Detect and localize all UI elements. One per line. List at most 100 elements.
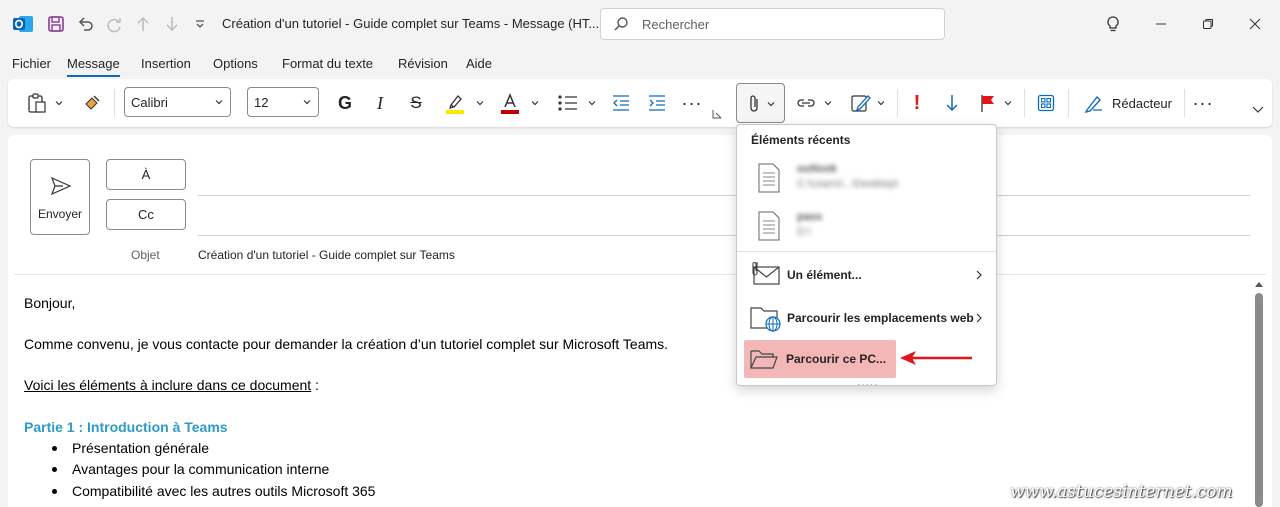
browse-web-label: Parcourir les emplacements web	[787, 311, 974, 325]
high-importance-button[interactable]: !	[904, 89, 930, 117]
follow-up-flag-button[interactable]	[974, 89, 1018, 117]
highlight-button[interactable]	[438, 89, 490, 117]
more-commands-button[interactable]: ···	[1190, 89, 1216, 117]
editor-pen-icon	[1084, 95, 1102, 113]
chevron-down-icon	[215, 100, 223, 105]
send-button[interactable]: Envoyer	[30, 159, 90, 235]
ribbon: Calibri 12 G I S ··· ! Rédacteur ···	[8, 79, 1272, 127]
arrow-down-icon[interactable]	[160, 12, 184, 36]
lightbulb-icon[interactable]	[1098, 10, 1128, 38]
link-icon	[797, 99, 815, 107]
chevron-down-icon	[767, 102, 775, 107]
more-icon: ···	[681, 92, 703, 113]
search-placeholder: Rechercher	[642, 17, 710, 32]
italic-button[interactable]: I	[367, 89, 393, 117]
underline-button[interactable]: S	[403, 89, 429, 117]
tab-insertion[interactable]: Insertion	[141, 56, 191, 71]
ribbon-separator	[897, 89, 898, 117]
list-item: Avantages pour la communication interne	[72, 461, 330, 477]
chevron-right-icon	[976, 313, 982, 323]
more-icon: ···	[1192, 92, 1214, 113]
tab-format-du-texte[interactable]: Format du texte	[282, 56, 373, 71]
subject-field[interactable]: Création d'un tutoriel - Guide complet s…	[198, 248, 455, 262]
menu-separator	[737, 251, 996, 252]
window-title: Création d'un tutoriel - Guide complet s…	[222, 16, 600, 31]
expand-ribbon-button[interactable]	[1248, 99, 1268, 119]
paperclip-icon	[750, 95, 758, 112]
signature-button[interactable]	[848, 89, 888, 117]
send-icon	[50, 176, 72, 196]
bold-button[interactable]: G	[332, 89, 358, 117]
browse-pc-item[interactable]: Parcourir ce PC...	[744, 340, 896, 378]
dialog-launcher-button[interactable]	[710, 107, 724, 121]
flag-icon	[981, 95, 994, 112]
font-name-select[interactable]: Calibri	[124, 87, 231, 117]
envelope-paperclip-icon	[752, 262, 780, 285]
compose-area: Envoyer À Cc Objet Création d'un tutorie…	[8, 135, 1272, 507]
recent-items-title: Éléments récents	[751, 133, 851, 147]
increase-indent-button[interactable]	[644, 89, 670, 117]
redo-icon[interactable]	[102, 12, 126, 36]
tab-fichier[interactable]: Fichier	[12, 56, 51, 71]
more-options-button[interactable]: ···	[679, 89, 705, 117]
tab-message[interactable]: Message	[67, 56, 120, 77]
attach-file-button[interactable]	[736, 83, 785, 123]
redacteur-button[interactable]: Rédacteur	[1078, 89, 1178, 117]
outlook-logo-icon	[12, 13, 34, 35]
list-intro-suffix: :	[311, 377, 319, 393]
chevron-down-icon	[1004, 101, 1012, 106]
recent-item-path: C:\Users\...\Desktop\	[797, 178, 899, 190]
restore-icon[interactable]	[1193, 10, 1223, 38]
bullets-button[interactable]	[553, 89, 601, 117]
chevron-down-icon	[877, 101, 885, 106]
close-icon[interactable]	[1240, 10, 1270, 38]
body-greeting: Bonjour,	[24, 295, 76, 311]
folder-globe-icon	[750, 307, 781, 332]
list-item: Présentation générale	[72, 440, 209, 456]
ribbon-separator	[114, 89, 115, 117]
to-button[interactable]: À	[106, 159, 186, 190]
section-heading: Partie 1 : Introduction à Teams	[24, 419, 228, 435]
cc-field[interactable]	[198, 235, 1250, 236]
search-input[interactable]: Rechercher	[600, 8, 945, 40]
font-size-select[interactable]: 12	[247, 87, 319, 117]
font-color-icon	[501, 93, 519, 114]
to-field[interactable]	[198, 195, 1250, 196]
ribbon-separator	[1184, 89, 1185, 117]
cc-button[interactable]: Cc	[106, 199, 186, 230]
apps-button[interactable]	[1032, 89, 1060, 117]
title-bar: Création d'un tutoriel - Guide complet s…	[0, 0, 1280, 48]
list-intro-text: Voici les éléments à inclure dans ce doc…	[24, 377, 312, 393]
minimize-icon[interactable]	[1146, 10, 1176, 38]
apps-grid-icon	[1037, 94, 1055, 112]
recent-item[interactable]: pass D:\	[751, 207, 981, 247]
decrease-indent-button[interactable]	[608, 89, 634, 117]
save-icon[interactable]	[44, 12, 68, 36]
tab-options[interactable]: Options	[213, 56, 258, 71]
link-button[interactable]	[790, 89, 838, 117]
scrollbar-thumb[interactable]	[1255, 293, 1263, 507]
undo-icon[interactable]	[74, 12, 98, 36]
scroll-up-arrow-icon	[1255, 282, 1263, 287]
body-list-intro: Voici les éléments à inclure dans ce doc…	[24, 377, 319, 393]
low-importance-button[interactable]	[939, 89, 965, 117]
bullet-dot	[52, 467, 57, 472]
customize-toolbar-icon[interactable]	[188, 12, 212, 36]
brush-icon	[85, 95, 100, 110]
browse-web-item[interactable]: Parcourir les emplacements web	[745, 299, 990, 337]
arrow-up-icon[interactable]	[131, 12, 155, 36]
tab-aide[interactable]: Aide	[466, 56, 492, 71]
send-label: Envoyer	[37, 207, 83, 221]
attach-file-menu: Éléments récents outlook C:\Users\...\De…	[736, 124, 997, 390]
resize-grip-icon[interactable]: ·····	[857, 379, 879, 390]
recent-item[interactable]: outlook C:\Users\...\Desktop\	[751, 159, 981, 199]
watermark-text: www.astucesinternet.com	[1010, 482, 1233, 502]
paste-button[interactable]	[22, 89, 68, 117]
font-size-value: 12	[254, 95, 269, 110]
attach-outlook-item[interactable]: Un élément...	[745, 256, 990, 294]
format-painter-button[interactable]	[78, 89, 106, 117]
italic-icon: I	[377, 92, 383, 113]
font-color-button[interactable]	[495, 89, 543, 117]
tab-revision[interactable]: Révision	[398, 56, 448, 71]
chevron-down-icon	[1252, 106, 1264, 113]
